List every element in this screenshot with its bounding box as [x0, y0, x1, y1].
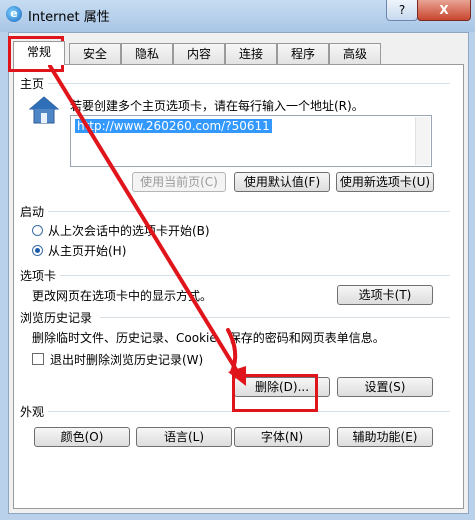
- arrow-head: [228, 366, 246, 386]
- annotation-arrows: [48, 64, 246, 386]
- tab-general[interactable]: 常规: [13, 41, 65, 65]
- arrow-tab-to-delete: [48, 64, 242, 378]
